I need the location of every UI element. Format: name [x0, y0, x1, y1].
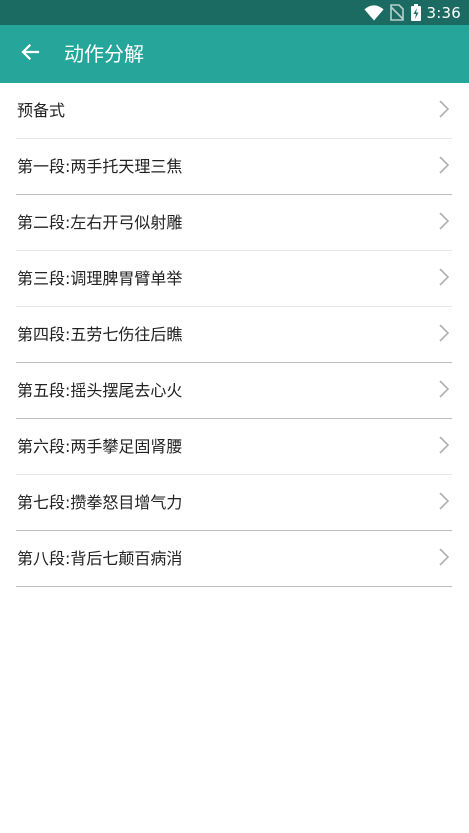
list-item-section-7[interactable]: 第七段:攒拳怒目增气力 — [16, 475, 452, 531]
list-item-label: 预备式 — [17, 101, 66, 120]
chevron-right-icon — [439, 156, 450, 174]
page-title: 动作分解 — [64, 42, 144, 66]
list-item-section-4[interactable]: 第四段:五劳七伤往后瞧 — [16, 307, 452, 363]
status-time: 3:36 — [426, 3, 461, 22]
no-sim-icon — [389, 4, 404, 21]
list-item-label: 第五段:摇头摆尾去心火 — [17, 381, 183, 400]
wifi-icon — [364, 4, 384, 21]
list-item-section-1[interactable]: 第一段:两手托天理三焦 — [16, 139, 452, 195]
battery-charging-icon — [410, 4, 421, 21]
chevron-right-icon — [439, 100, 450, 118]
list-item-section-5[interactable]: 第五段:摇头摆尾去心火 — [16, 363, 452, 419]
status-bar: 3:36 — [0, 0, 469, 25]
chevron-right-icon — [439, 268, 450, 286]
chevron-right-icon — [439, 212, 450, 230]
chevron-right-icon — [439, 380, 450, 398]
list-item-label: 第三段:调理脾胃臂单举 — [17, 269, 183, 288]
chevron-right-icon — [439, 492, 450, 510]
list-item-label: 第四段:五劳七伤往后瞧 — [17, 325, 183, 344]
list-item-preparation[interactable]: 预备式 — [16, 83, 452, 139]
list-item-label: 第六段:两手攀足固肾腰 — [17, 437, 183, 456]
list-item-section-8[interactable]: 第八段:背后七颠百病消 — [16, 531, 452, 587]
list-item-section-3[interactable]: 第三段:调理脾胃臂单举 — [16, 251, 452, 307]
status-icons: 3:36 — [364, 3, 461, 22]
list-item-label: 第八段:背后七颠百病消 — [17, 549, 183, 568]
arrow-left-icon — [20, 42, 40, 66]
list-item-section-6[interactable]: 第六段:两手攀足固肾腰 — [16, 419, 452, 475]
app-bar: 动作分解 — [0, 25, 469, 83]
movement-list: 预备式 第一段:两手托天理三焦 第二段:左右开弓似射雕 第三段:调理脾胃臂单举 … — [16, 83, 452, 587]
back-button[interactable] — [10, 34, 50, 74]
chevron-right-icon — [439, 436, 450, 454]
list-item-label: 第二段:左右开弓似射雕 — [17, 213, 183, 232]
chevron-right-icon — [439, 324, 450, 342]
chevron-right-icon — [439, 548, 450, 566]
list-item-label: 第七段:攒拳怒目增气力 — [17, 493, 183, 512]
list-item-section-2[interactable]: 第二段:左右开弓似射雕 — [16, 195, 452, 251]
list-item-label: 第一段:两手托天理三焦 — [17, 157, 183, 176]
